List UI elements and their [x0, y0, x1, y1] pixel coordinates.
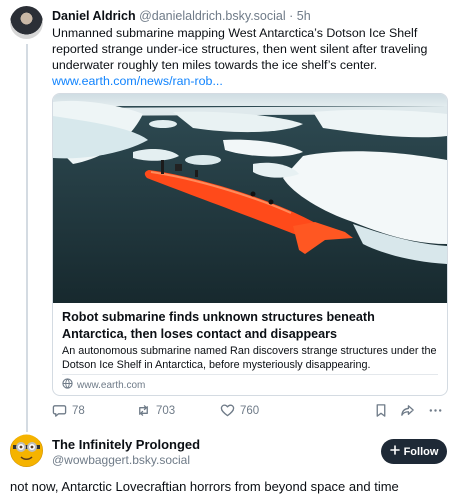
post-infinitely-prolonged[interactable]: The Infinitely Prolonged @wowbaggert.bsk… [0, 432, 458, 500]
more-options-button[interactable] [428, 403, 443, 418]
author-handle[interactable]: @wowbaggert.bsky.social [52, 453, 190, 467]
divider [62, 374, 438, 375]
reply-icon [52, 403, 67, 418]
repost-count: 703 [156, 404, 176, 417]
thread-line [26, 44, 28, 432]
share-icon [400, 403, 415, 418]
bookmark-icon [374, 403, 388, 418]
article-title[interactable]: Robot submarine finds unknown structures… [62, 309, 440, 343]
more-icon [428, 403, 443, 418]
avatar[interactable] [10, 6, 43, 39]
globe-icon [62, 378, 73, 394]
avatar[interactable] [10, 434, 43, 467]
author-handle[interactable]: @danielaldrich.bsky.social [139, 9, 286, 23]
post-time[interactable]: · 5h [289, 9, 311, 23]
author-name[interactable]: The Infinitely Prolonged [52, 437, 200, 452]
share-button[interactable] [400, 403, 415, 418]
article-source: www.earth.com [62, 378, 145, 394]
minion-avatar-icon [10, 434, 43, 467]
article-image [53, 94, 447, 303]
follow-label: Follow [403, 445, 439, 458]
plus-icon [389, 445, 400, 458]
reply-button[interactable]: 78 [52, 403, 85, 418]
repost-button[interactable]: 703 [136, 403, 175, 418]
link-card[interactable]: Robot submarine finds unknown structures… [52, 93, 448, 396]
post-daniel-aldrich[interactable]: Daniel Aldrich @danielaldrich.bsky.socia… [0, 0, 458, 432]
author-name[interactable]: Daniel Aldrich [52, 9, 136, 23]
bookmark-button[interactable] [374, 403, 388, 418]
article-description: An autonomous submarine named Ran discov… [62, 345, 437, 371]
repost-icon [136, 403, 151, 418]
post-body: Unmanned submarine mapping West Antarcti… [52, 25, 448, 89]
like-button[interactable]: 760 [220, 403, 259, 418]
follow-button[interactable]: Follow [381, 439, 447, 464]
like-count: 760 [240, 404, 260, 417]
reply-count: 78 [72, 404, 85, 417]
post-link[interactable]: www.earth.com/news/ran-rob... [52, 73, 448, 89]
like-icon [220, 403, 235, 418]
post-text: Unmanned submarine mapping West Antarcti… [52, 26, 428, 72]
post-text: not now, Antarctic Lovecraftian horrors … [10, 479, 399, 494]
post-actions: 78 703 760 [52, 403, 448, 421]
article-domain: www.earth.com [77, 380, 146, 391]
post-header: Daniel Aldrich @danielaldrich.bsky.socia… [52, 8, 311, 24]
